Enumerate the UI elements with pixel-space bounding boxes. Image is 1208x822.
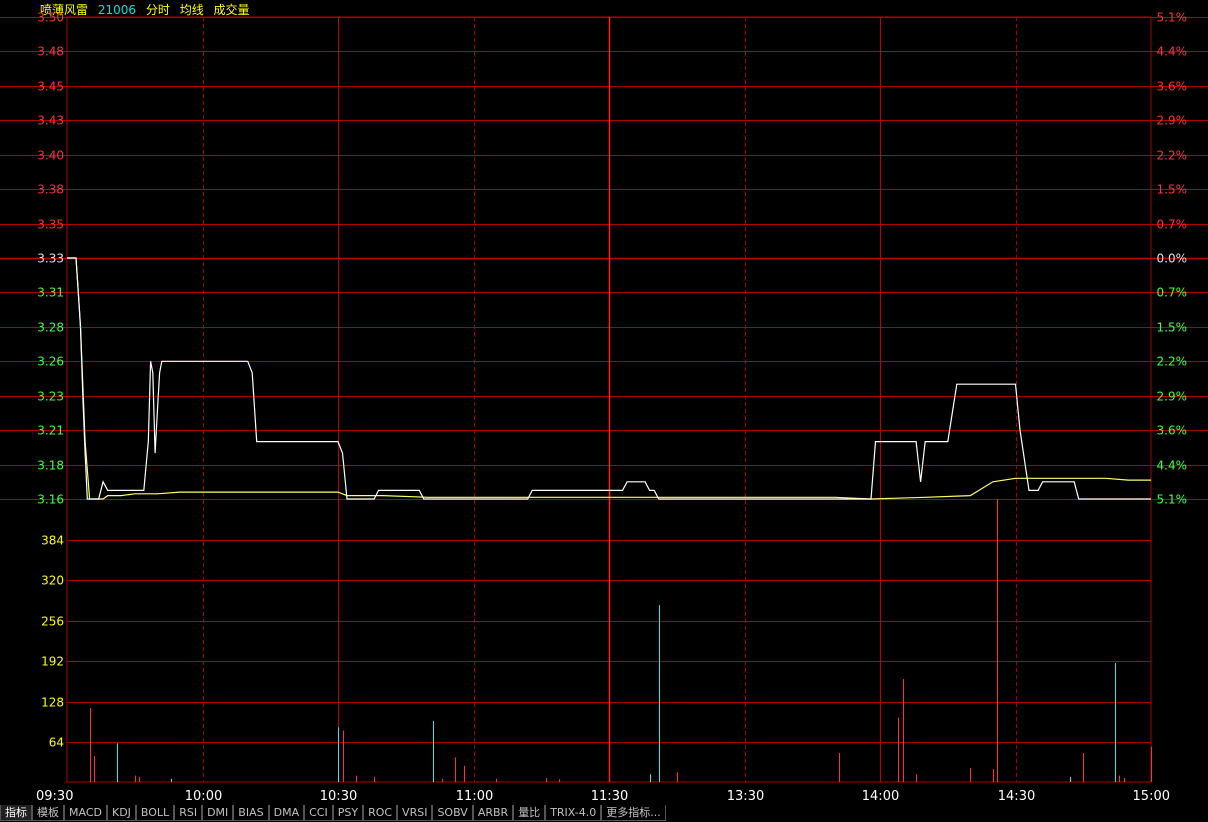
- tab-3[interactable]: KDJ: [106, 805, 136, 821]
- percent-tick-label: 1.5%: [1157, 321, 1188, 335]
- tab-0[interactable]: 指标: [0, 805, 32, 821]
- price-tick-label: 3.18: [37, 459, 64, 473]
- tab-7[interactable]: BIAS: [233, 805, 269, 821]
- percent-tick-label: 1.5%: [1157, 183, 1188, 197]
- time-tick-label: 09:30: [36, 789, 73, 804]
- price-tick-label: 3.21: [37, 424, 64, 438]
- volume-tick-label: 256: [41, 615, 64, 629]
- percent-tick-label: 0.7%: [1157, 218, 1188, 232]
- time-axis: 09:30 10:00 10:30 11:00 11:30 13:30 14:00 14:30…: [36, 789, 1170, 804]
- tab-15[interactable]: 量比: [513, 805, 546, 821]
- percent-tick-label: 4.4%: [1157, 459, 1188, 473]
- price-tick-label: 3.23: [37, 390, 64, 404]
- percent-tick-label: 2.2%: [1157, 355, 1188, 369]
- percent-tick-label: 3.6%: [1157, 80, 1188, 94]
- intraday-chart[interactable]: 3.50 3.48 3.45 3.43 3.40 3.38 3.35 3.33 3.31 3.28…: [0, 0, 1208, 805]
- volume-tick-label: 128: [41, 696, 64, 710]
- volume-bars: [90, 499, 1152, 782]
- price-tick-label: 3.43: [37, 114, 64, 128]
- percent-tick-label: 3.6%: [1157, 424, 1188, 438]
- tab-8[interactable]: DMA: [268, 805, 305, 821]
- price-tick-label: 3.45: [37, 80, 64, 94]
- volume-tick-label: 64: [49, 736, 64, 750]
- tab-6[interactable]: DMI: [202, 805, 234, 821]
- tab-12[interactable]: VRSI: [397, 805, 433, 821]
- percent-tick-label: 2.9%: [1157, 390, 1188, 404]
- time-tick-label: 10:30: [320, 789, 357, 804]
- percent-tick-label: 2.2%: [1157, 149, 1188, 163]
- time-tick-label: 11:00: [456, 789, 493, 804]
- price-tick-label: 3.50: [37, 11, 64, 25]
- indicator-tabbar: 指标 模板 MACD KDJ BOLL RSI DMI BIAS DMA CCI PSY ROC VRS…: [0, 805, 1208, 822]
- volume-tick-label: 384: [41, 534, 64, 548]
- tab-4[interactable]: BOLL: [135, 805, 175, 821]
- time-tick-label: 14:30: [998, 789, 1035, 804]
- percent-tick-label: 5.1%: [1157, 11, 1188, 25]
- percent-tick-label: 2.9%: [1157, 114, 1188, 128]
- percent-tick-label: 5.1%: [1157, 493, 1188, 507]
- tab-5[interactable]: RSI: [174, 805, 203, 821]
- price-tick-label: 3.26: [37, 355, 64, 369]
- price-tick-label: 3.48: [37, 45, 64, 59]
- time-tick-label: 10:00: [185, 789, 222, 804]
- tab-14[interactable]: ARBR: [472, 805, 514, 821]
- tab-9[interactable]: CCI: [304, 805, 333, 821]
- time-tick-label: 11:30: [591, 789, 628, 804]
- volume-tick-label: 320: [41, 574, 64, 588]
- time-tick-label: 14:00: [862, 789, 899, 804]
- price-axis: 3.50 3.48 3.45 3.43 3.40 3.38 3.35 3.33 3.31 3.28…: [37, 11, 64, 507]
- tab-11[interactable]: ROC: [363, 805, 398, 821]
- time-tick-label: 15:00: [1133, 789, 1170, 804]
- tab-10[interactable]: PSY: [332, 805, 364, 821]
- grid-layer: [0, 16, 1208, 783]
- price-tick-label: 3.16: [37, 493, 64, 507]
- tab-2[interactable]: MACD: [64, 805, 107, 821]
- tab-1[interactable]: 模板: [32, 805, 64, 821]
- percent-tick-label: 0.7%: [1157, 286, 1188, 300]
- price-tick-label: 3.35: [37, 218, 64, 232]
- tab-17[interactable]: 更多指标...: [601, 805, 666, 821]
- percent-tick-label: 4.4%: [1157, 45, 1188, 59]
- price-tick-label: 3.38: [37, 183, 64, 197]
- price-tick-label: 3.33: [37, 252, 64, 266]
- percent-tick-label: 0.0%: [1157, 252, 1188, 266]
- price-tick-label: 3.31: [37, 286, 64, 300]
- price-tick-label: 3.40: [37, 149, 64, 163]
- tab-13[interactable]: SOBV: [432, 805, 473, 821]
- time-tick-label: 13:30: [727, 789, 764, 804]
- tab-16[interactable]: TRIX-4.0: [545, 805, 602, 821]
- percent-axis: 5.1% 4.4% 3.6% 2.9% 2.2% 1.5% 0.7% 0.0% 0.7% 1.5%…: [1157, 11, 1188, 507]
- volume-axis: 384 320 256 192 128 64: [41, 534, 64, 750]
- price-tick-label: 3.28: [37, 321, 64, 335]
- volume-tick-label: 192: [41, 655, 64, 669]
